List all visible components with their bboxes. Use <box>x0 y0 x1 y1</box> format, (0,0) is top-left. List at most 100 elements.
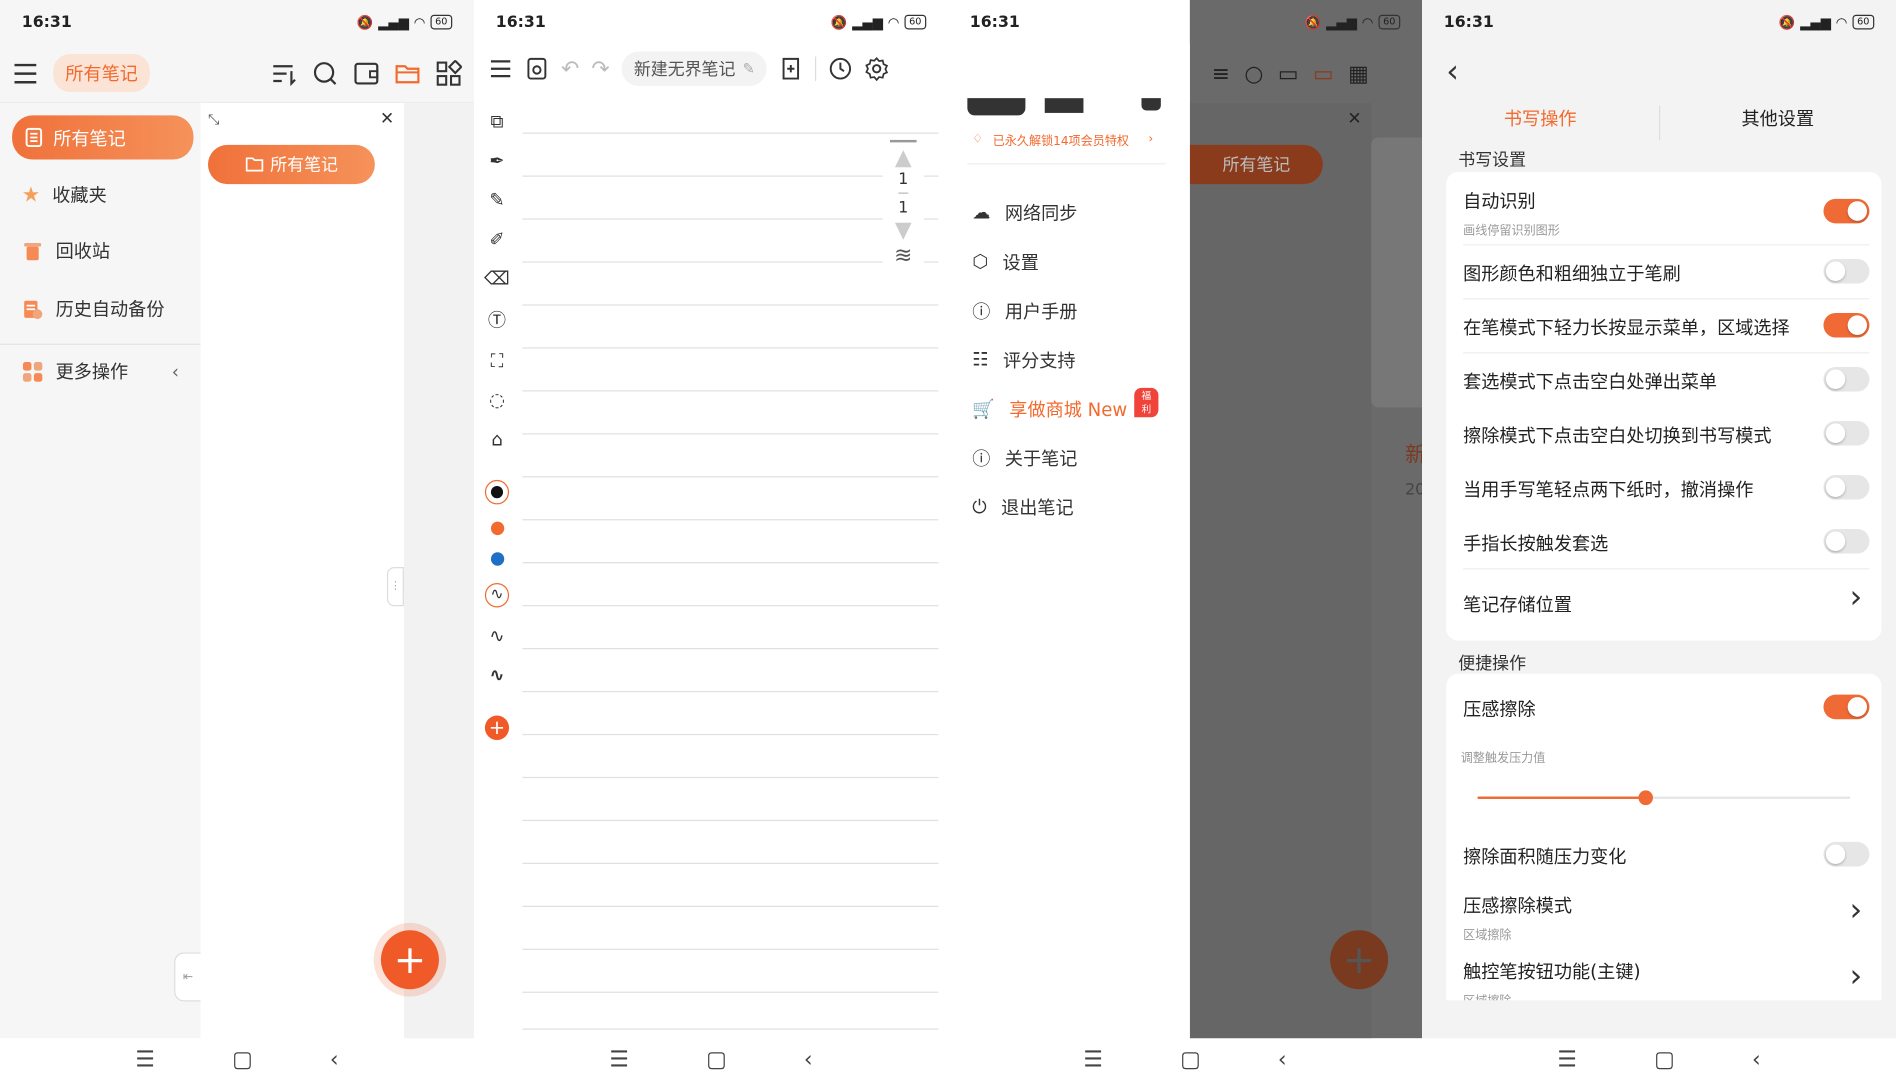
sidebar-item-backup[interactable]: 历史自动备份 <box>22 296 165 322</box>
dimmed-background[interactable]: ≡ ○ ▭ ▭ ▦ ✕ 所有笔记 新 20 + <box>1189 0 1423 1039</box>
folder-chip[interactable]: 所有笔记 <box>207 144 375 185</box>
back-icon[interactable]: ‹ <box>330 1046 339 1072</box>
setting-light-press-menu[interactable]: 在笔模式下轻力长按显示菜单，区域选择 <box>1463 299 1870 354</box>
avatar[interactable] <box>967 98 1026 116</box>
folder-chip-label: 所有笔记 <box>270 155 338 176</box>
home-icon[interactable]: ▢ <box>232 1046 253 1072</box>
setting-double-tap-undo[interactable]: 当用手写笔轻点两下纸时，撤消操作 <box>1463 461 1870 515</box>
sidebar-item-favorites[interactable]: ★ 收藏夹 <box>22 182 107 208</box>
settings-gear-icon[interactable] <box>865 56 889 82</box>
layers-icon[interactable]: ≋ <box>894 243 912 269</box>
sidebar-item-more[interactable]: 更多操作 ‹ <box>22 358 179 384</box>
back-icon[interactable]: ‹ <box>1752 1046 1761 1072</box>
ruled-page[interactable] <box>474 93 948 1038</box>
dimmed-add-button: + <box>1330 930 1389 990</box>
redo-icon[interactable]: ↷ <box>591 56 609 82</box>
sidebar-item-all-notes[interactable]: 所有笔记 <box>12 115 194 160</box>
menu-item-sync[interactable]: ☁ 网络同步 <box>972 199 1127 226</box>
wifi-icon: ◠ <box>413 14 426 31</box>
sidebar-item-label: 历史自动备份 <box>55 298 165 321</box>
notes-icon <box>24 127 43 148</box>
back-icon[interactable]: ‹ <box>1278 1046 1287 1072</box>
toggle-switch[interactable] <box>1823 312 1870 338</box>
setting-auto-recognize[interactable]: 自动识别 画线停留识别图形 <box>1463 172 1870 246</box>
slider-handle[interactable] <box>1637 790 1653 806</box>
dimmed-folder-chip: 所有笔记 <box>1189 144 1323 185</box>
menu-item-settings[interactable]: ⬡ 设置 <box>972 248 1127 275</box>
menu-item-exit[interactable]: ⏻ 退出笔记 <box>972 493 1127 520</box>
message-icon[interactable] <box>1141 98 1161 111</box>
toggle-switch[interactable] <box>1823 258 1870 284</box>
add-note-button[interactable]: + <box>380 930 439 990</box>
setting-label: 自动识别 <box>1463 190 1536 213</box>
menu-item-manual[interactable]: ⓘ 用户手册 <box>972 297 1127 324</box>
home-icon[interactable]: ▢ <box>1654 1046 1675 1072</box>
menu-item-shop[interactable]: 🛒 享做商城 New 福利 <box>972 387 1159 422</box>
folder-icon: ▭ <box>1312 60 1334 87</box>
user-name-bar <box>1044 98 1084 113</box>
page-total: 1 <box>898 198 909 218</box>
setting-pressure-erase[interactable]: 压感擦除 <box>1463 691 1870 728</box>
mute-icon: 🔕 <box>1778 14 1796 31</box>
page-down-icon[interactable]: ▼ <box>895 217 912 243</box>
notebook-icon[interactable] <box>353 60 380 87</box>
drawer: ♢ 已永久解锁14项会员特权 › ☁ 网络同步 ⬡ 设置 ⓘ 用户手册 ☷ 评分支持 🛒… <box>948 44 1190 1039</box>
back-arrow-icon[interactable]: ‹ <box>1446 54 1459 91</box>
preview-icon[interactable] <box>525 56 549 81</box>
undo-icon[interactable]: ↶ <box>561 56 579 82</box>
wifi-icon: ◠ <box>1835 14 1848 31</box>
power-icon: ⏻ <box>972 495 987 518</box>
history-icon[interactable] <box>829 56 853 81</box>
header-title[interactable]: 所有笔记 <box>53 54 150 93</box>
shrink-icon[interactable]: ⤡ <box>208 110 220 128</box>
toggle-switch[interactable] <box>1823 420 1870 446</box>
sidebar-item-trash[interactable]: 回收站 <box>22 238 110 264</box>
tab-other[interactable]: 其他设置 <box>1660 106 1896 140</box>
toggle-switch[interactable] <box>1823 528 1870 554</box>
tab-writing[interactable]: 书写操作 <box>1422 106 1658 140</box>
back-icon[interactable]: ‹ <box>804 1046 813 1072</box>
pressure-slider[interactable] <box>1477 790 1851 806</box>
setting-finger-lasso[interactable]: 手指长按触发套选 <box>1463 515 1870 570</box>
menu-icon[interactable] <box>12 60 39 87</box>
note-title-field[interactable]: 新建无界笔记 ✎ <box>621 51 767 86</box>
recent-apps-icon[interactable]: ☰ <box>609 1046 629 1072</box>
toggle-switch[interactable] <box>1823 366 1870 392</box>
setting-lasso-tap-menu[interactable]: 套选模式下点击空白处弹出菜单 <box>1463 353 1870 407</box>
search-icon[interactable] <box>312 60 339 87</box>
menu-icon[interactable] <box>489 56 513 81</box>
collapse-sidebar-icon[interactable]: ⇤ <box>174 952 201 1002</box>
toggle-switch[interactable] <box>1823 198 1870 224</box>
grid-view-icon[interactable] <box>435 59 462 87</box>
sidebar-item-label: 收藏夹 <box>52 184 107 207</box>
toggle-switch[interactable] <box>1823 474 1870 500</box>
home-icon[interactable]: ▢ <box>706 1046 727 1072</box>
toggle-switch[interactable] <box>1823 694 1870 720</box>
setting-storage-location[interactable]: 笔记存储位置 › <box>1463 569 1869 635</box>
page-up-icon[interactable]: ▲ <box>895 145 912 171</box>
member-banner[interactable]: ♢ 已永久解锁14项会员特权 › <box>972 130 1153 149</box>
recent-apps-icon[interactable]: ☰ <box>135 1046 155 1072</box>
toggle-switch[interactable] <box>1823 841 1870 867</box>
recent-apps-icon[interactable]: ☰ <box>1557 1046 1577 1072</box>
member-text: 已永久解锁14项会员特权 <box>992 135 1130 149</box>
recent-apps-icon[interactable]: ☰ <box>1083 1046 1103 1072</box>
folder-icon[interactable] <box>394 60 421 87</box>
menu-item-about[interactable]: ⓘ 关于笔记 <box>972 444 1127 471</box>
setting-shape-independent[interactable]: 图形颜色和粗细独立于笔刷 <box>1463 245 1870 300</box>
setting-pen-button[interactable]: 触控笔按钮功能(主键) 区域擦除 › <box>1463 954 1869 1001</box>
note-title: 新建无界笔记 <box>633 60 736 80</box>
sort-icon[interactable] <box>271 60 298 87</box>
menu-item-rate[interactable]: ☷ 评分支持 <box>972 346 1127 373</box>
setting-area-pressure[interactable]: 擦除面积随压力变化 <box>1463 838 1870 875</box>
sidebar-divider <box>0 343 201 345</box>
setting-erase-tap-switch[interactable]: 擦除模式下点击空白处切换到书写模式 <box>1463 407 1870 461</box>
setting-erase-mode[interactable]: 压感擦除模式 区域擦除 › <box>1463 887 1869 943</box>
close-icon[interactable]: ✕ <box>380 109 394 129</box>
setting-sub: 区域擦除 <box>1463 990 1511 1000</box>
home-icon[interactable]: ▢ <box>1180 1046 1201 1072</box>
page-top-bar <box>889 139 917 143</box>
add-page-icon[interactable] <box>779 56 803 81</box>
drag-handle-icon[interactable]: ⋮ <box>386 567 404 607</box>
setting-label: 图形颜色和粗细独立于笔刷 <box>1463 262 1681 285</box>
